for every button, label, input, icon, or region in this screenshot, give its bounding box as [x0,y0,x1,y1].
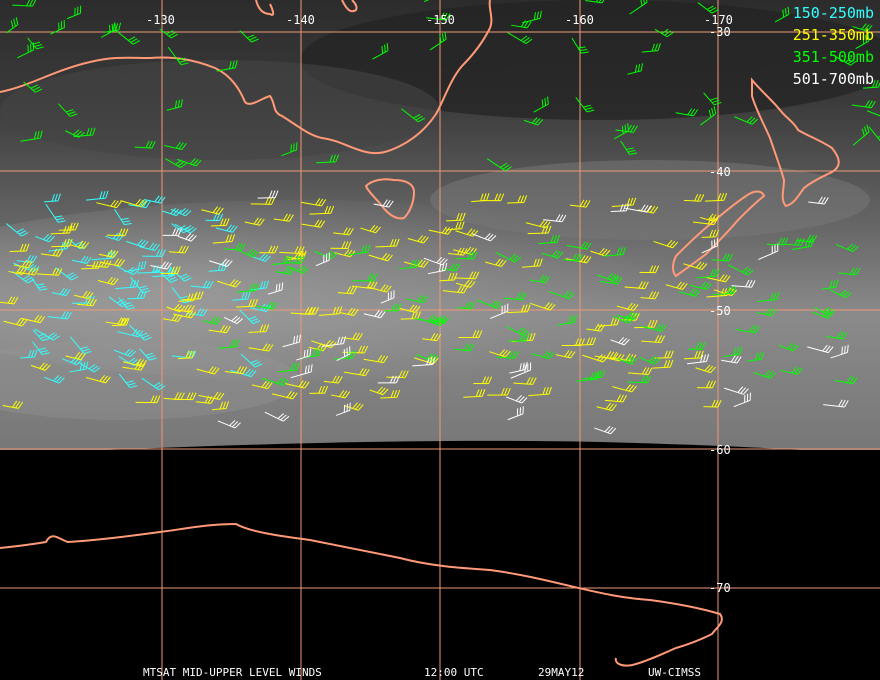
pressure-legend: 150-250mb 251-350mb 351-500mb 501-700mb [793,2,874,90]
credit-label: UW-CIMSS [648,666,701,679]
lat-label: -50 [709,304,731,318]
lat-label: -40 [709,165,731,179]
legend-item-501-700: 501-700mb [792,70,874,88]
lon-label: -130 [146,13,175,27]
lon-label: -150 [426,13,455,27]
barb-shaft [137,271,159,274]
barb-shaft [177,357,192,359]
legend-item-150-250: 150-250mb [792,4,874,22]
legend-item-251-350: 251-350mb [792,26,874,44]
lon-label: -140 [286,13,315,27]
lon-label: -160 [565,13,594,27]
legend-item-351-500: 351-500mb [792,48,874,66]
satellite-wind-map: -130 -140 -150 -160 -170 -30 -40 -50 -60… [0,0,880,680]
barb-shaft [127,297,144,300]
footer-caption: MTSAT MID-UPPER LEVEL WINDS 12:00 UTC 29… [0,666,880,680]
barb-shaft [210,224,227,227]
time-label: 12:00 UTC [424,666,484,679]
map-canvas: -130 -140 -150 -160 -170 -30 -40 -50 -60… [0,0,880,680]
lat-label: -70 [709,581,731,595]
product-name: MTSAT MID-UPPER LEVEL WINDS [143,666,322,679]
barb-shaft [111,324,127,327]
barb-shaft [527,232,549,235]
barb-shaft [610,210,627,213]
lat-label: -60 [709,443,731,457]
lat-label: -30 [709,25,731,39]
date-label: 29MAY12 [538,666,585,679]
